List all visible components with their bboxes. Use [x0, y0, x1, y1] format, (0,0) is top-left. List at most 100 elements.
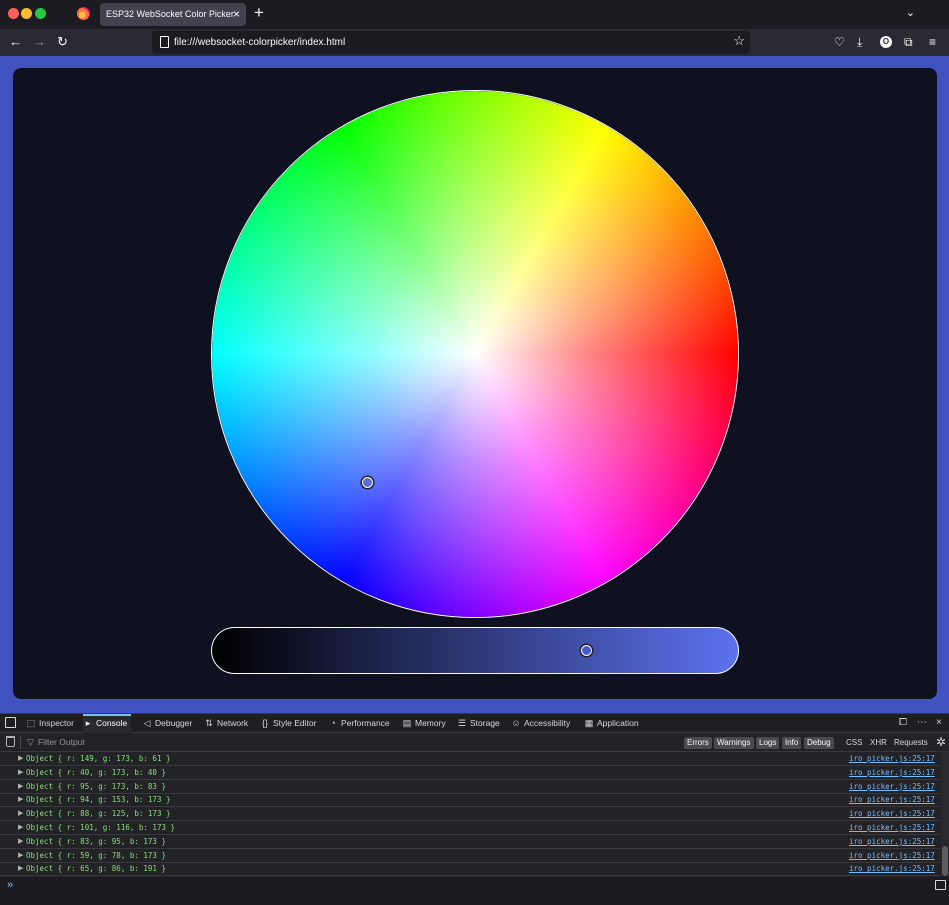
log-message: Object { r: 65, g: 86, b: 191 }: [26, 864, 166, 874]
devtools-tabbar: ⬚ Inspector ▸ Console ◁ Debugger ⇅ Network {…: [0, 714, 949, 733]
tab-label: Console: [96, 718, 128, 728]
expand-arrow-icon[interactable]: ▶: [18, 809, 23, 817]
console-input[interactable]: »: [0, 877, 949, 905]
expand-arrow-icon[interactable]: ▶: [18, 823, 23, 831]
minimize-window-button[interactable]: [21, 8, 32, 19]
log-source-link[interactable]: iro_picker.js:25:17: [849, 754, 935, 763]
firefox-view-icon[interactable]: [77, 7, 90, 20]
expand-arrow-icon[interactable]: ▶: [18, 851, 23, 859]
expand-arrow-icon[interactable]: ▶: [18, 864, 23, 872]
zoom-window-button[interactable]: [35, 8, 46, 19]
log-source-link[interactable]: iro_picker.js:25:17: [849, 795, 935, 804]
forward-button[interactable]: →: [33, 34, 46, 50]
filter-errors-button[interactable]: Errors: [684, 737, 712, 749]
console-log-row[interactable]: ▶ Object { r: 59, g: 78, b: 173 } iro_pick…: [0, 849, 940, 863]
log-source-link[interactable]: iro_picker.js:25:17: [849, 768, 935, 777]
tab-style-editor[interactable]: {} Style Editor: [260, 714, 316, 733]
log-message: Object { r: 94, g: 153, b: 173 }: [26, 795, 171, 805]
network-icon: ⇅: [205, 718, 213, 728]
more-options-icon[interactable]: ⋯: [917, 717, 927, 729]
tab-debugger[interactable]: ◁ Debugger: [142, 714, 193, 733]
console-log-row[interactable]: ▶ Object { r: 95, g: 173, b: 83 } iro_pick…: [0, 780, 940, 794]
expand-arrow-icon[interactable]: ▶: [18, 782, 23, 790]
color-picker-card: [13, 68, 937, 699]
filter-output-input[interactable]: Filter Output: [38, 737, 85, 747]
list-tabs-icon[interactable]: ⌄: [906, 6, 915, 19]
application-icon: ▦: [584, 718, 594, 728]
url-bar[interactable]: file:///websocket-colorpicker/index.html…: [152, 31, 750, 54]
tab-inspector[interactable]: ⬚ Inspector: [26, 714, 74, 733]
toolbar-divider: [20, 736, 21, 749]
menu-icon[interactable]: ≡: [929, 34, 936, 50]
log-source-link[interactable]: iro_picker.js:25:17: [849, 809, 935, 818]
filter-warnings-button[interactable]: Warnings: [714, 737, 754, 749]
filter-info-button[interactable]: Info: [782, 737, 802, 749]
tab-memory[interactable]: ▤ Memory: [402, 714, 446, 733]
account-icon[interactable]: O: [880, 36, 892, 48]
tab-performance[interactable]: ◔ Performance: [328, 714, 389, 733]
bookmark-star-icon[interactable]: ☆: [733, 33, 745, 49]
log-message: Object { r: 83, g: 95, b: 173 }: [26, 836, 166, 846]
console-log-row[interactable]: ▶ Object { r: 149, g: 173, b: 61 } iro_pic…: [0, 752, 940, 766]
scrollbar-thumb[interactable]: [942, 846, 948, 876]
back-button[interactable]: ←: [9, 34, 22, 50]
tab-active[interactable]: ESP32 WebSocket Color Picker ×: [100, 3, 246, 26]
tab-label: Network: [217, 718, 249, 728]
console-settings-icon[interactable]: ✲: [936, 735, 946, 749]
log-source-link[interactable]: iro_picker.js:25:17: [849, 864, 935, 873]
element-picker-icon[interactable]: [5, 717, 16, 728]
console-log-row[interactable]: ▶ Object { r: 101, g: 116, b: 173 } iro_pi…: [0, 821, 940, 835]
tab-label: Application: [597, 718, 639, 728]
document-icon: [160, 36, 169, 48]
log-message: Object { r: 149, g: 173, b: 61 }: [26, 754, 171, 763]
tab-console[interactable]: ▸ Console: [83, 714, 132, 733]
color-wheel[interactable]: [211, 90, 739, 618]
console-log-row[interactable]: ▶ Object { r: 88, g: 125, b: 173 } iro_pic…: [0, 807, 940, 822]
log-source-link[interactable]: iro_picker.js:25:17: [849, 782, 935, 791]
log-source-link[interactable]: iro_picker.js:25:17: [849, 823, 935, 832]
editor-mode-icon[interactable]: [935, 880, 946, 890]
downloads-icon[interactable]: ⤓: [857, 34, 862, 50]
clear-console-icon[interactable]: [6, 736, 15, 747]
filter-requests-button[interactable]: Requests: [894, 737, 928, 749]
pocket-icon[interactable]: ♡: [834, 34, 845, 50]
memory-icon: ▤: [402, 718, 412, 728]
extensions-icon[interactable]: ⧉: [904, 34, 913, 50]
new-tab-button[interactable]: +: [254, 4, 264, 22]
console-log-row[interactable]: ▶ Object { r: 94, g: 153, b: 173 } iro_pic…: [0, 793, 940, 808]
style-editor-icon: {}: [261, 718, 268, 728]
close-devtools-icon[interactable]: ×: [936, 717, 942, 729]
tab-storage[interactable]: ☰ Storage: [457, 714, 500, 733]
close-window-button[interactable]: [8, 8, 19, 19]
url-text[interactable]: file:///websocket-colorpicker/index.html: [174, 37, 345, 48]
filter-debug-button[interactable]: Debug: [804, 737, 834, 749]
tab-label: Memory: [415, 718, 446, 728]
log-source-link[interactable]: iro_picker.js:25:17: [849, 837, 935, 846]
filter-icon: ▽: [27, 737, 34, 747]
tab-accessibility[interactable]: ☺ Accessibility: [511, 714, 570, 733]
slider-handle[interactable]: [580, 645, 592, 656]
expand-arrow-icon[interactable]: ▶: [18, 754, 23, 762]
log-message: Object { r: 59, g: 78, b: 173 }: [26, 850, 166, 860]
tab-strip: ESP32 WebSocket Color Picker × + ⌄: [0, 0, 949, 29]
console-scrollbar[interactable]: [941, 752, 949, 876]
tab-application[interactable]: ▦ Application: [584, 714, 639, 733]
console-output: ▶ Object { r: 149, g: 173, b: 61 } iro_pic…: [0, 752, 940, 877]
expand-arrow-icon[interactable]: ▶: [18, 795, 23, 803]
filter-xhr-button[interactable]: XHR: [870, 737, 887, 749]
console-log-row[interactable]: ▶ Object { r: 65, g: 86, b: 191 } iro_pick…: [0, 862, 940, 877]
tab-close-icon[interactable]: ×: [233, 7, 240, 21]
filter-css-button[interactable]: CSS: [846, 737, 862, 749]
console-log-row[interactable]: ▶ Object { r: 40, g: 173, b: 40 } iro_pick…: [0, 766, 940, 780]
tab-network[interactable]: ⇅ Network: [204, 714, 248, 733]
expand-arrow-icon[interactable]: ▶: [18, 768, 23, 776]
log-source-link[interactable]: iro_picker.js:25:17: [849, 851, 935, 860]
brightness-slider[interactable]: [211, 627, 739, 674]
tab-label: Style Editor: [273, 718, 317, 728]
dock-side-icon[interactable]: ⧠: [899, 717, 907, 729]
reload-button[interactable]: ↻: [57, 34, 68, 50]
console-log-row[interactable]: ▶ Object { r: 83, g: 95, b: 173 } iro_pick…: [0, 835, 940, 849]
filter-logs-button[interactable]: Logs: [756, 737, 780, 749]
wheel-handle[interactable]: [362, 477, 373, 488]
expand-arrow-icon[interactable]: ▶: [18, 837, 23, 845]
